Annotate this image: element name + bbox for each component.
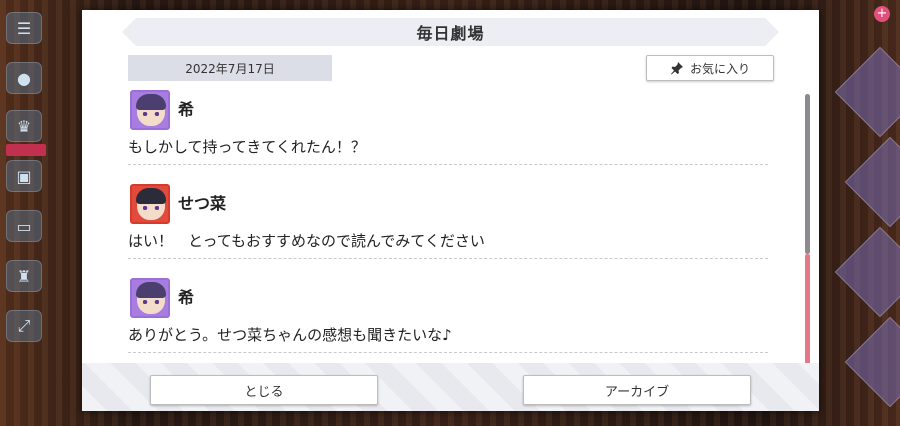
- scrollbar-upper: [805, 94, 810, 254]
- date-tag: 2022年7月17日: [128, 55, 332, 81]
- speaker-name: 希: [178, 100, 195, 119]
- favorite-button[interactable]: お気に入り: [646, 55, 774, 81]
- favorite-button-label: お気に入り: [689, 61, 750, 76]
- message-divider: [128, 164, 768, 165]
- event-badge: [6, 144, 46, 156]
- gift-icon[interactable]: ▣: [6, 160, 42, 192]
- right-side-decor: +: [818, 0, 900, 426]
- message-text: はい！ とってもおすすめなので読んでみてください: [128, 232, 485, 250]
- expand-icon[interactable]: ⤢: [6, 310, 42, 342]
- avatar-nozomi: [130, 278, 170, 318]
- deco-tile: [844, 316, 900, 408]
- dialog-header: 毎日劇場: [122, 18, 779, 46]
- message-divider: [128, 258, 768, 259]
- chat-icon[interactable]: ●: [6, 62, 42, 94]
- menu-icon[interactable]: ☰: [6, 12, 42, 44]
- avatar-setsuna: [130, 184, 170, 224]
- message-divider: [128, 352, 768, 353]
- screen-icon[interactable]: ▭: [6, 210, 42, 242]
- deco-tile: [834, 46, 900, 138]
- daily-theater-dialog: 毎日劇場 2022年7月17日 お気に入り 希 もしかして持ってきてくれたん！？…: [82, 10, 819, 411]
- message-text: もしかして持ってきてくれたん！？: [128, 138, 366, 156]
- pin-icon: [670, 62, 683, 75]
- avatar-nozomi: [130, 90, 170, 130]
- event-icon[interactable]: ♛: [6, 110, 42, 142]
- speaker-name: せつ菜: [178, 194, 227, 213]
- archive-button[interactable]: アーカイブ: [523, 375, 751, 405]
- plus-icon[interactable]: +: [874, 6, 890, 22]
- deco-tile: [834, 226, 900, 318]
- trophy-icon[interactable]: ♜: [6, 260, 42, 292]
- dialog-title: 毎日劇場: [416, 24, 485, 43]
- message-text: ありがとう。せつ菜ちゃんの感想も聞きたいな♪: [128, 326, 452, 344]
- speaker-name: 希: [178, 288, 195, 307]
- scrollbar-thumb[interactable]: [805, 254, 810, 366]
- dialog-footer: とじる アーカイブ: [82, 363, 819, 411]
- message-list[interactable]: 希 もしかして持ってきてくれたん！？ せつ菜 はい！ とってもおすすめなので読ん…: [128, 90, 768, 370]
- close-button[interactable]: とじる: [150, 375, 378, 405]
- deco-tile: [844, 136, 900, 228]
